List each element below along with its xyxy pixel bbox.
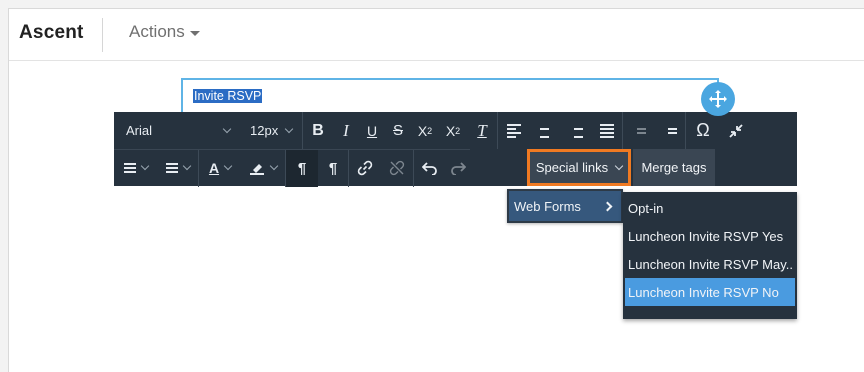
align-left-button[interactable] — [498, 112, 529, 149]
ltr-icon: ¶ — [297, 159, 307, 177]
align-right-button[interactable] — [560, 112, 591, 149]
ordered-list-button[interactable] — [114, 150, 158, 187]
brand-title: Ascent — [19, 22, 84, 43]
highlighter-icon — [250, 164, 264, 175]
ordered-list-icon — [124, 163, 136, 173]
clear-format-button[interactable]: T — [467, 112, 497, 149]
chevron-down-icon — [222, 124, 232, 133]
rtl-icon: ¶ — [328, 159, 338, 177]
menu-item-label: Web Forms — [514, 198, 581, 214]
chevron-down-icon — [284, 124, 294, 133]
chevron-down-icon — [182, 161, 192, 171]
topbar-divider — [102, 18, 103, 52]
flyout-item-rsvp-no[interactable]: Luncheon Invite RSVP No — [625, 278, 795, 306]
superscript-button[interactable]: X2 — [411, 112, 439, 149]
superscript-label: X — [417, 122, 428, 139]
subscript-button[interactable]: X2 — [439, 112, 467, 149]
move-icon — [709, 90, 727, 108]
strikethrough-button[interactable]: S — [385, 112, 411, 149]
special-links-label: Special links — [535, 160, 609, 175]
indent-icon — [663, 124, 677, 138]
font-family-select[interactable]: Arial — [114, 112, 242, 149]
link-icon — [357, 160, 373, 176]
special-links-dropdown[interactable]: Special links — [527, 149, 631, 186]
text-color-icon: A — [208, 160, 220, 176]
special-links-menu: Web Forms — [507, 189, 623, 223]
align-right-icon — [569, 124, 583, 138]
collapse-button[interactable] — [720, 112, 752, 149]
merge-tags-button[interactable]: Merge tags — [633, 149, 715, 186]
chevron-right-icon — [602, 201, 613, 211]
caret-down-icon — [189, 30, 200, 36]
ltr-button[interactable]: ¶ — [286, 149, 318, 187]
menu-item-web-forms[interactable]: Web Forms — [509, 191, 621, 221]
outdent-button[interactable] — [623, 112, 654, 149]
font-size-value: 12px — [250, 123, 279, 138]
flyout-item-rsvp-maybe[interactable]: Luncheon Invite RSVP May... — [623, 250, 793, 278]
text-color-button[interactable]: A — [199, 150, 241, 187]
toolbar-row-2: A ¶ ¶ — [114, 149, 470, 187]
redo-icon — [450, 162, 466, 175]
selected-text[interactable]: Invite RSVP — [193, 89, 263, 103]
highlight-color-button[interactable] — [241, 150, 285, 187]
undo-button[interactable] — [414, 150, 445, 187]
redo-button[interactable] — [445, 150, 470, 187]
flyout-item-opt-in[interactable]: Opt-in — [623, 194, 793, 222]
align-center-icon — [538, 124, 552, 138]
link-button[interactable] — [349, 150, 381, 187]
bold-button[interactable]: B — [303, 112, 333, 149]
web-forms-flyout: Opt-in Luncheon Invite RSVP Yes Luncheon… — [623, 192, 797, 319]
actions-label: Actions — [129, 22, 185, 41]
chevron-down-icon — [269, 161, 279, 171]
rich-text-toolbar: Arial 12px B I U S X2 X2 T Ω A ¶ ¶ Speci… — [114, 112, 797, 187]
toolbar-filler — [715, 149, 797, 186]
superscript-icon: 2 — [427, 125, 433, 136]
chevron-down-icon — [614, 161, 624, 170]
font-size-select[interactable]: 12px — [242, 112, 302, 149]
unlink-icon — [389, 160, 405, 176]
flyout-item-rsvp-yes[interactable]: Luncheon Invite RSVP Yes — [623, 222, 793, 250]
outdent-icon — [632, 124, 646, 138]
align-justify-button[interactable] — [591, 112, 622, 149]
special-characters-button[interactable]: Ω — [686, 112, 720, 149]
align-justify-icon — [599, 123, 614, 138]
italic-button[interactable]: I — [333, 112, 359, 149]
unlink-button[interactable] — [381, 150, 413, 187]
underline-button[interactable]: U — [359, 112, 385, 149]
font-family-value: Arial — [126, 123, 153, 138]
top-bar: Ascent Actions — [9, 9, 864, 61]
bullet-list-button[interactable] — [158, 150, 198, 187]
collapse-arrows-icon — [729, 123, 743, 138]
move-handle[interactable] — [701, 82, 735, 116]
subscript-label: X — [445, 122, 456, 139]
align-left-icon — [506, 123, 521, 138]
undo-icon — [421, 162, 437, 175]
subscript-icon: 2 — [455, 125, 461, 136]
actions-menu-button[interactable]: Actions — [129, 22, 200, 42]
align-center-button[interactable] — [529, 112, 560, 149]
indent-button[interactable] — [654, 112, 685, 149]
bullet-list-icon — [166, 163, 178, 173]
chevron-down-icon — [140, 161, 150, 171]
rtl-button[interactable]: ¶ — [318, 150, 348, 187]
chevron-down-icon — [223, 161, 233, 171]
toolbar-row-1: Arial 12px B I U S X2 X2 T Ω — [114, 112, 752, 149]
text-block[interactable]: Invite RSVP — [181, 78, 719, 112]
